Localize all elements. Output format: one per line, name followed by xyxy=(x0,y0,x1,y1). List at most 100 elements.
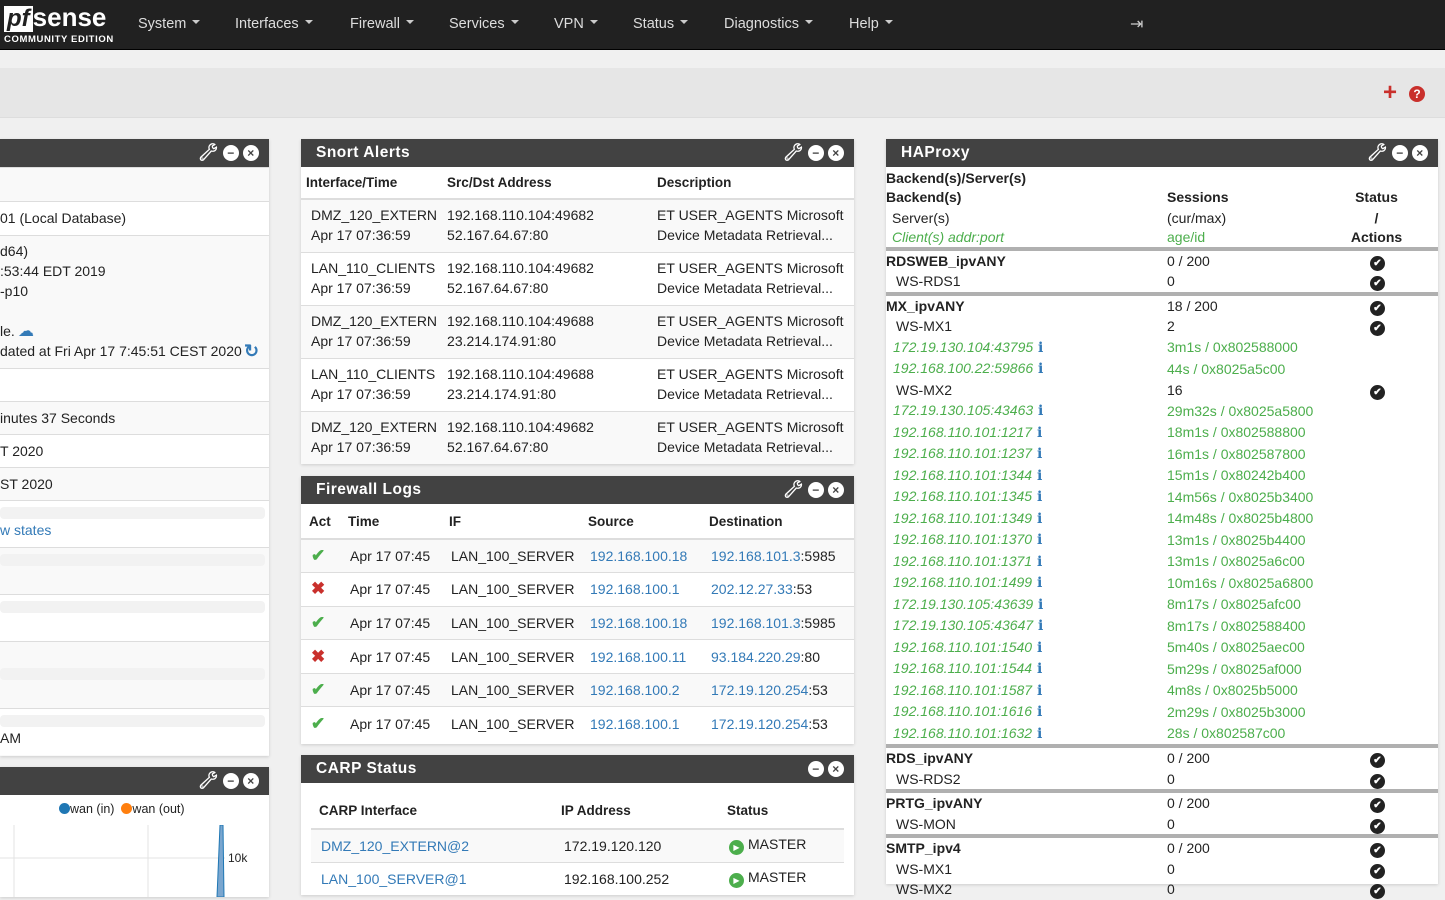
close-icon[interactable]: × xyxy=(828,145,844,161)
panel-header: Firewall Logs 🔧︎ − × xyxy=(301,476,854,504)
menu-diagnostics[interactable]: Diagnostics xyxy=(724,16,813,32)
client-address: 192.168.110.101:1371 i xyxy=(886,551,1165,573)
carp-interface-link[interactable]: LAN_100_SERVER@1 xyxy=(311,862,556,895)
status-cell xyxy=(1345,508,1438,530)
check-icon[interactable]: ✔ xyxy=(301,606,343,640)
menu-vpn[interactable]: VPN xyxy=(554,16,598,32)
info-icon[interactable]: i xyxy=(1032,532,1042,548)
check-circle-icon[interactable]: ✔ xyxy=(1370,863,1385,879)
info-icon[interactable]: i xyxy=(1033,361,1043,377)
info-icon[interactable]: i xyxy=(1033,618,1043,634)
destination-link[interactable]: 172.19.120.254 xyxy=(711,682,808,698)
check-icon[interactable]: ✔ xyxy=(301,673,343,707)
info-icon[interactable]: i xyxy=(1032,468,1042,484)
status-cell: ▶ MASTER xyxy=(722,829,844,862)
close-icon[interactable]: × xyxy=(828,761,844,777)
close-icon[interactable]: × xyxy=(243,773,259,789)
source-link[interactable]: 192.168.100.1 xyxy=(583,707,704,741)
info-icon[interactable]: i xyxy=(1032,661,1042,677)
wrench-icon[interactable]: 🔧︎ xyxy=(197,143,219,162)
check-circle-icon[interactable]: ✔ xyxy=(1370,276,1385,291)
menu-help[interactable]: Help xyxy=(849,16,893,32)
question-circle-icon[interactable]: ? xyxy=(1409,86,1425,102)
sessions: 0 xyxy=(1167,770,1175,787)
info-icon[interactable]: i xyxy=(1032,511,1042,527)
info-icon[interactable]: i xyxy=(1032,446,1042,462)
col-header: Time xyxy=(348,513,380,529)
check-circle-icon[interactable]: ✔ xyxy=(1370,753,1385,768)
minimize-icon[interactable]: − xyxy=(808,145,824,161)
info-icon[interactable]: i xyxy=(1033,597,1043,613)
menu-system[interactable]: System xyxy=(138,16,200,32)
menu-interfaces[interactable]: Interfaces xyxy=(235,16,313,32)
close-icon[interactable]: × xyxy=(1412,145,1428,161)
menu-services[interactable]: Services xyxy=(449,16,519,32)
info-icon[interactable]: i xyxy=(1032,704,1042,720)
info-icon[interactable]: i xyxy=(1033,403,1043,419)
client-row: 192.168.110.101:1632 i 28s / 0x802587c00 xyxy=(886,723,1438,747)
minimize-icon[interactable]: − xyxy=(223,773,239,789)
info-icon[interactable]: i xyxy=(1033,340,1043,356)
minimize-icon[interactable]: − xyxy=(808,482,824,498)
check-circle-icon[interactable]: ✔ xyxy=(1370,818,1385,834)
source-link[interactable]: 192.168.100.11 xyxy=(583,640,704,674)
carp-interface-link[interactable]: DMZ_120_EXTERN@2 xyxy=(311,829,556,862)
states-row: w states xyxy=(0,500,269,547)
col-header: Server(s) xyxy=(892,209,950,226)
wrench-icon[interactable]: 🔧︎ xyxy=(782,143,804,162)
check-circle-icon[interactable]: ✔ xyxy=(1370,384,1385,400)
info-icon[interactable]: i xyxy=(1032,554,1042,570)
destination-link[interactable]: 172.19.120.254 xyxy=(711,716,808,732)
check-icon[interactable]: ✔ xyxy=(301,539,343,573)
info-row: T 2020 xyxy=(0,434,269,467)
source-link[interactable]: 192.168.100.1 xyxy=(583,573,704,607)
description-cell: ET USER_AGENTS Microsoft Device Metadata … xyxy=(652,199,854,252)
minimize-icon[interactable]: − xyxy=(808,761,824,777)
cloud-download-icon[interactable]: ☁ xyxy=(18,322,34,342)
cell-line: Device Metadata Retrieval... xyxy=(657,386,833,402)
info-icon[interactable]: i xyxy=(1032,726,1042,742)
info-icon[interactable]: i xyxy=(1032,425,1042,441)
source-link[interactable]: 192.168.100.18 xyxy=(583,539,704,573)
cell-line: DMZ_120_EXTERN xyxy=(311,419,438,436)
carp-table: CARP Interface IP Address Status DMZ_120… xyxy=(311,793,844,895)
destination-link[interactable]: 192.168.101.3 xyxy=(711,548,801,564)
sign-out-icon[interactable]: ⇥ xyxy=(1130,14,1143,34)
destination-link[interactable]: 192.168.101.3 xyxy=(711,615,801,631)
destination-link[interactable]: 202.12.27.33 xyxy=(711,581,793,597)
session-age-id: 10m16s / 0x8025a6800 xyxy=(1167,574,1314,591)
info-icon[interactable]: i xyxy=(1032,575,1042,591)
minimize-icon[interactable]: − xyxy=(1392,145,1408,161)
close-icon[interactable]: × xyxy=(828,482,844,498)
minimize-icon[interactable]: − xyxy=(223,145,239,161)
check-circle-icon[interactable]: ✔ xyxy=(1370,843,1385,858)
wrench-icon[interactable]: 🔧︎ xyxy=(197,771,219,790)
check-icon[interactable]: ✔ xyxy=(301,707,343,741)
show-states-link[interactable]: w states xyxy=(0,522,269,538)
client-row: 192.168.110.101:1499 i 10m16s / 0x8025a68… xyxy=(886,572,1438,594)
check-circle-icon[interactable]: ✔ xyxy=(1370,321,1385,336)
refresh-icon[interactable]: ↻ xyxy=(244,341,259,361)
info-icon[interactable]: i xyxy=(1032,640,1042,656)
times-icon[interactable]: ✖ xyxy=(301,573,343,607)
wrench-icon[interactable]: 🔧︎ xyxy=(782,480,804,499)
plus-icon[interactable]: + xyxy=(1383,80,1397,106)
client-row: 172.19.130.104:43795 i 3m1s / 0x802588000 xyxy=(886,337,1438,359)
menu-status[interactable]: Status xyxy=(633,16,688,32)
address-cell: 192.168.110.104:49682 52.167.64.67:80 xyxy=(442,252,652,305)
source-link[interactable]: 192.168.100.18 xyxy=(583,606,704,640)
check-circle-icon[interactable]: ✔ xyxy=(1370,798,1385,813)
menu-firewall[interactable]: Firewall xyxy=(350,16,414,32)
times-icon[interactable]: ✖ xyxy=(301,640,343,674)
check-circle-icon[interactable]: ✔ xyxy=(1370,300,1385,316)
check-circle-icon[interactable]: ✔ xyxy=(1370,255,1385,271)
info-icon[interactable]: i xyxy=(1032,683,1042,699)
check-circle-icon[interactable]: ✔ xyxy=(1370,773,1385,789)
info-icon[interactable]: i xyxy=(1032,489,1042,505)
destination-link[interactable]: 93.184.220.29 xyxy=(711,649,801,665)
pfsense-logo[interactable]: pf sense COMMUNITY EDITION xyxy=(4,4,114,45)
panel-header: HAProxy 🔧︎ − × xyxy=(886,139,1438,167)
close-icon[interactable]: × xyxy=(243,145,259,161)
wrench-icon[interactable]: 🔧︎ xyxy=(1366,143,1388,162)
source-link[interactable]: 192.168.100.2 xyxy=(583,673,704,707)
